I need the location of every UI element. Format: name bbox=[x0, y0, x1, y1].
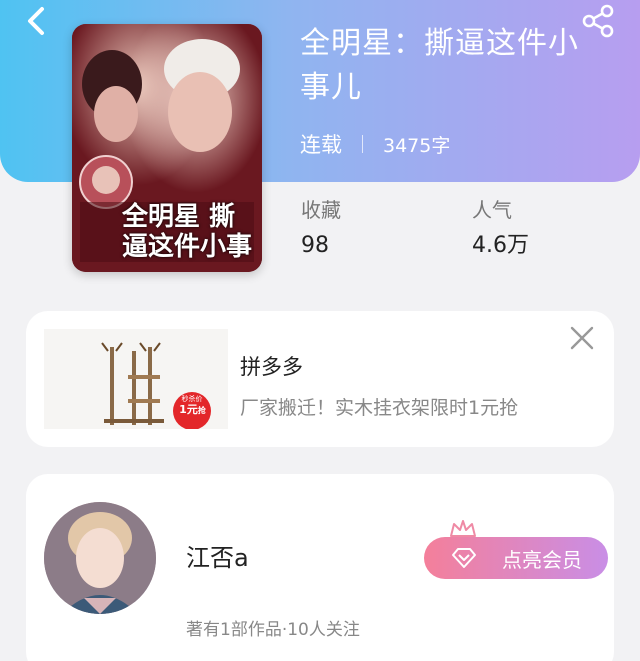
ad-description: 厂家搬迁！实木挂衣架限时1元抢 bbox=[240, 397, 519, 419]
book-cover[interactable]: 全明星 撕逼这件小事 bbox=[72, 24, 262, 272]
diamond-icon bbox=[452, 548, 476, 568]
book-status-row: 连载 3475字 bbox=[300, 128, 450, 160]
price-badge-suffix: 抢 bbox=[197, 406, 206, 415]
stat-value: 98 bbox=[301, 233, 329, 258]
stat-popularity: 人气 4.6万 bbox=[472, 196, 529, 260]
vip-button[interactable]: 点亮会员 bbox=[424, 537, 608, 579]
book-cover-lettering: 全明星 撕逼这件小事 bbox=[122, 202, 253, 262]
ad-close-button[interactable] bbox=[569, 325, 595, 351]
vip-button-label: 点亮会员 bbox=[502, 547, 582, 572]
author-name[interactable]: 江否a bbox=[186, 538, 249, 573]
price-badge-text: 1元抢 bbox=[176, 403, 209, 418]
ad-card[interactable]: 秒杀价 1元抢 拼多多 厂家搬迁！实木挂衣架限时1元抢 bbox=[26, 311, 614, 447]
divider bbox=[362, 135, 363, 153]
avatar[interactable] bbox=[44, 502, 156, 614]
stat-value: 4.6万 bbox=[472, 233, 529, 258]
close-icon bbox=[570, 326, 594, 350]
ad-image[interactable]: 秒杀价 1元抢 bbox=[44, 329, 228, 429]
chevron-left-icon bbox=[28, 7, 44, 35]
price-badge-value: 1元 bbox=[179, 403, 198, 416]
word-count: 3475字 bbox=[383, 134, 451, 157]
author-meta: 著有1部作品·10人关注 bbox=[186, 620, 360, 640]
stat-label: 收藏 bbox=[301, 198, 341, 222]
stat-label: 人气 bbox=[472, 198, 512, 222]
serial-status: 连载 bbox=[300, 133, 342, 157]
ad-title: 拼多多 bbox=[240, 355, 303, 379]
back-button[interactable] bbox=[20, 4, 54, 38]
book-title: 全明星：撕逼这件小事儿 bbox=[300, 26, 579, 105]
stat-favorites: 收藏 98 bbox=[301, 196, 341, 260]
author-card: 江否a 著有1部作品·10人关注 点亮会员 bbox=[26, 474, 614, 661]
avatar-image bbox=[44, 502, 156, 614]
